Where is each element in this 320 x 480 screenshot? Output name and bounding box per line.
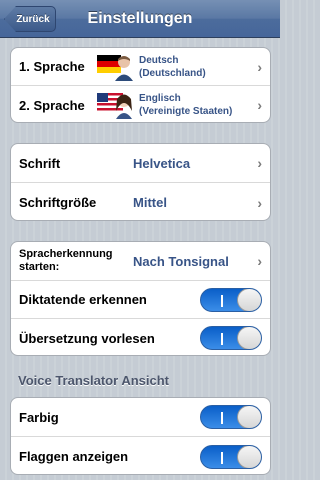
font-value: Helvetica <box>133 155 191 171</box>
color-toggle[interactable] <box>200 405 262 429</box>
language-name: Englisch (Vereinigte Staaten) <box>139 93 233 117</box>
font-label: Schrift <box>19 155 61 171</box>
end-detection-label: Diktatende erkennen <box>19 292 147 307</box>
back-button[interactable]: Zurück <box>4 6 56 32</box>
flags-row: Flaggen anzeigen <box>11 437 270 474</box>
page-title: Einstellungen <box>87 10 193 27</box>
read-aloud-toggle[interactable] <box>200 326 262 350</box>
end-detection-row: Diktatende erkennen <box>11 281 270 319</box>
flags-label: Flaggen anzeigen <box>19 449 129 464</box>
chevron-right-icon: › <box>257 155 262 171</box>
read-aloud-label: Übersetzung vorlesen <box>19 330 155 346</box>
language-label: 2. Sprache <box>19 97 85 113</box>
font-size-label: Schriftgröße <box>19 195 97 210</box>
chevron-right-icon: › <box>257 58 262 75</box>
font-row[interactable]: Schrift Helvetica › <box>11 144 270 183</box>
recognition-group: Spracherkennung starten: Nach Tonsignal … <box>10 241 271 356</box>
section-header: Voice Translator Ansicht <box>18 373 169 388</box>
font-size-row[interactable]: Schriftgröße Mittel › <box>11 183 270 220</box>
color-label: Farbig <box>19 409 59 425</box>
recognition-start-row[interactable]: Spracherkennung starten: Nach Tonsignal … <box>11 242 270 281</box>
navigation-bar: Zurück Einstellungen <box>0 0 280 38</box>
read-aloud-row: Übersetzung vorlesen <box>11 319 270 355</box>
font-group: Schrift Helvetica › Schriftgröße Mittel … <box>10 143 271 221</box>
recognition-start-label: Spracherkennung starten: <box>19 248 113 273</box>
chevron-right-icon: › <box>257 194 262 211</box>
font-size-value: Mittel <box>133 195 167 210</box>
chevron-right-icon: › <box>257 253 262 269</box>
language-row-2[interactable]: 2. Sprache Englisch (Vereinigte Staaten)… <box>11 86 270 122</box>
usa-flag-icon <box>97 91 135 119</box>
language-group: 1. Sprache Deutsch (Deutschland) › 2. Sp… <box>10 47 271 123</box>
language-row-1[interactable]: 1. Sprache Deutsch (Deutschland) › <box>11 48 270 86</box>
chevron-right-icon: › <box>257 97 262 113</box>
view-group: Farbig Flaggen anzeigen <box>10 397 271 475</box>
language-name: Deutsch (Deutschland) <box>139 54 206 79</box>
end-detection-toggle[interactable] <box>200 287 262 312</box>
recognition-start-value: Nach Tonsignal <box>133 253 229 269</box>
flags-toggle[interactable] <box>200 444 262 469</box>
language-label: 1. Sprache <box>19 59 85 74</box>
color-row: Farbig <box>11 398 270 437</box>
germany-flag-icon <box>97 53 135 81</box>
